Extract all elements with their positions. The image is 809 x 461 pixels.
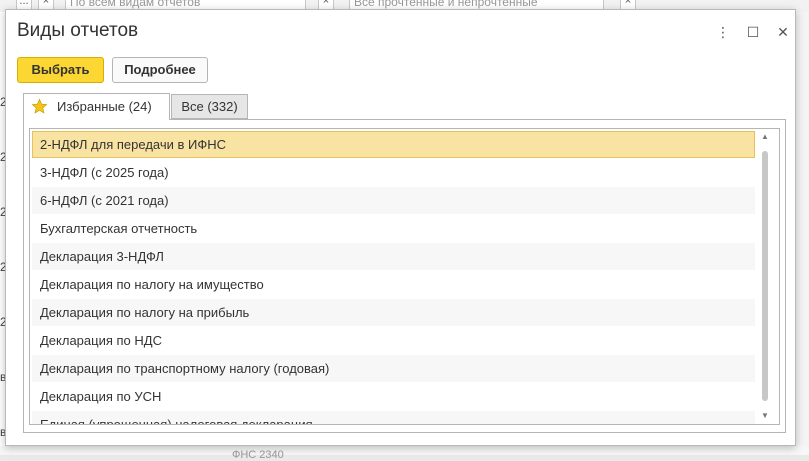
tab-all[interactable]: Все (332)	[171, 94, 248, 119]
list-item[interactable]: Декларация по НДС	[32, 327, 755, 354]
list-item[interactable]: Бухгалтерская отчетность	[32, 215, 755, 242]
scroll-up-icon[interactable]: ▲	[758, 131, 772, 143]
tab-favorites-label: Избранные (24)	[57, 99, 152, 114]
background-bottom-text: ФНС 2340	[232, 449, 284, 461]
list-item[interactable]: 6-НДФЛ (с 2021 года)	[32, 187, 755, 214]
list-item[interactable]: Декларация 3-НДФЛ	[32, 243, 755, 270]
background-bottom-strip: ФНС 2340	[0, 446, 809, 461]
select-button[interactable]: Выбрать	[17, 57, 104, 83]
report-types-dialog: Виды отчетов ⋮ ☐ ✕ Выбрать Подробнее Изб…	[5, 9, 796, 446]
background-right-panel	[796, 12, 809, 455]
list-item[interactable]: 2-НДФЛ для передачи в ИФНС	[32, 131, 755, 158]
scrollbar-thumb[interactable]	[762, 151, 768, 401]
maximize-icon[interactable]: ☐	[743, 22, 763, 42]
list-item[interactable]: 3-НДФЛ (с 2025 года)	[32, 159, 755, 186]
close-icon[interactable]: ✕	[773, 22, 793, 42]
list-item[interactable]: Единая (упрощенная) налоговая декларация	[32, 411, 755, 424]
tab-all-label: Все (332)	[181, 99, 238, 114]
list-item[interactable]: Декларация по УСН	[32, 383, 755, 410]
list-item[interactable]: Декларация по налогу на прибыль	[32, 299, 755, 326]
report-types-list[interactable]: 2-НДФЛ для передачи в ИФНС 3-НДФЛ (с 202…	[29, 128, 780, 425]
scroll-down-icon[interactable]: ▼	[758, 410, 772, 422]
details-button[interactable]: Подробнее	[112, 57, 208, 83]
dialog-title: Виды отчетов	[17, 20, 139, 41]
tab-favorites[interactable]: Избранные (24)	[23, 93, 170, 120]
star-icon	[31, 98, 48, 114]
more-menu-icon[interactable]: ⋮	[713, 22, 733, 42]
list-item[interactable]: Декларация по налогу на имущество	[32, 271, 755, 298]
list-scrollbar[interactable]: ▲ ▼	[758, 129, 772, 424]
list-item[interactable]: Декларация по транспортному налогу (годо…	[32, 355, 755, 382]
